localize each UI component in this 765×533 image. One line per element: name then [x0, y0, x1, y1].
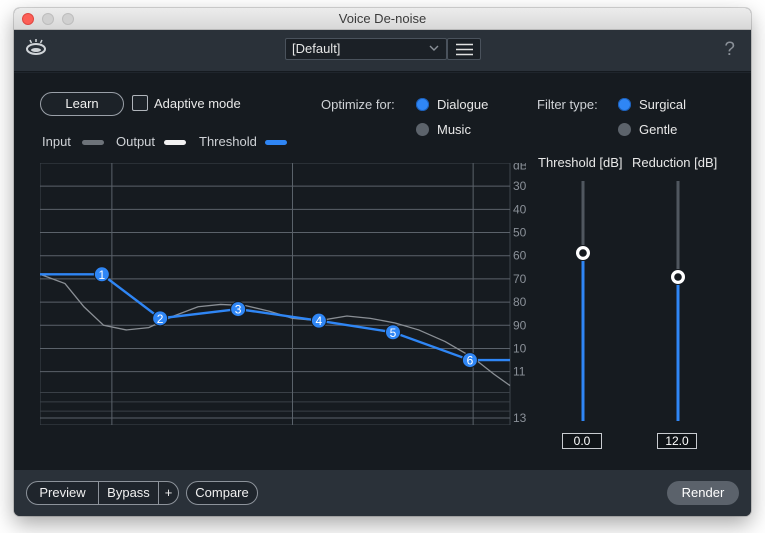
legend-threshold-swatch	[265, 140, 287, 145]
plugin-header: [Default] ?	[14, 30, 751, 72]
sliders-svg	[575, 181, 686, 421]
spectrum-graph[interactable]: 30405060708090100110130dB 1001k10kHz 123…	[39, 158, 533, 444]
threshold-node-label: 1	[99, 268, 106, 282]
compare-button[interactable]: Compare	[186, 481, 258, 505]
radio-surgical-label[interactable]: Surgical	[639, 97, 686, 112]
filter-type-label: Filter type:	[537, 97, 598, 112]
bypass-button[interactable]: Bypass	[98, 481, 159, 505]
threshold-value-field[interactable]: 0.0	[562, 433, 602, 449]
radio-music-label[interactable]: Music	[437, 122, 471, 137]
threshold-node-label: 4	[316, 314, 323, 328]
threshold-knob-center	[579, 249, 587, 257]
main-panel: Learn Adaptive mode Optimize for: Dialog…	[14, 73, 751, 470]
threshold-node-label: 2	[157, 312, 164, 326]
y-unit-label: dB	[513, 163, 526, 172]
preset-select[interactable]: [Default]	[285, 38, 447, 60]
reduction-knob-center	[674, 273, 682, 281]
window-title: Voice De-noise	[338, 11, 427, 26]
radio-gentle[interactable]	[618, 123, 631, 136]
title-bar: Voice De-noise	[14, 8, 751, 30]
y-tick-labels: 30 40 50 60 70 80 90 100 110 130 dB	[513, 158, 533, 425]
reduction-slider-label: Reduction [dB]	[632, 155, 718, 170]
threshold-node-label: 5	[390, 326, 397, 340]
y-tick-label: 90	[513, 318, 526, 332]
y-tick-label: 110	[513, 365, 526, 379]
threshold-slider-label: Threshold [dB]	[538, 155, 623, 170]
y-tick-label: 60	[513, 249, 526, 263]
y-tick-label: 70	[513, 272, 526, 286]
preset-menu-button[interactable]	[447, 38, 481, 60]
legend-threshold-label: Threshold	[199, 134, 257, 149]
y-tick-label: 100	[513, 341, 526, 355]
adaptive-mode-checkbox[interactable]	[132, 95, 148, 111]
y-tick-label: 80	[513, 295, 526, 309]
chevron-down-icon	[428, 42, 440, 57]
threshold-node-label: 3	[235, 303, 242, 317]
y-tick-label: 40	[513, 202, 526, 216]
legend-output-swatch	[164, 140, 186, 145]
legend-output-label: Output	[116, 134, 156, 149]
preview-button[interactable]: Preview	[26, 481, 99, 505]
threshold-node-label: 6	[467, 354, 474, 368]
reduction-value-field[interactable]: 12.0	[657, 433, 697, 449]
izotope-logo-icon	[25, 38, 47, 63]
radio-dialogue[interactable]	[416, 98, 429, 111]
preset-value: [Default]	[292, 41, 341, 56]
legend-input-label: Input	[42, 134, 71, 149]
y-tick-label: 30	[513, 179, 526, 193]
adaptive-mode-label: Adaptive mode	[154, 96, 241, 111]
spectrum-chart-svg: 30405060708090100110130dB 1001k10kHz 123…	[39, 158, 533, 444]
legend-input-swatch	[82, 140, 104, 145]
reduction-slider[interactable]	[670, 181, 686, 421]
threshold-slider[interactable]	[575, 181, 591, 421]
optimize-for-label: Optimize for:	[321, 97, 395, 112]
plugin-window: Voice De-noise [Default] ? Learn Adaptiv…	[14, 8, 751, 516]
hamburger-menu-icon	[456, 43, 473, 61]
learn-button[interactable]: Learn	[40, 92, 124, 116]
radio-dialogue-label[interactable]: Dialogue	[437, 97, 488, 112]
y-tick-label: 130	[513, 411, 526, 425]
radio-music[interactable]	[416, 123, 429, 136]
radio-surgical[interactable]	[618, 98, 631, 111]
render-button[interactable]: Render	[667, 481, 739, 505]
y-tick-label: 50	[513, 226, 526, 240]
radio-gentle-label[interactable]: Gentle	[639, 122, 677, 137]
help-button[interactable]: ?	[724, 39, 735, 61]
